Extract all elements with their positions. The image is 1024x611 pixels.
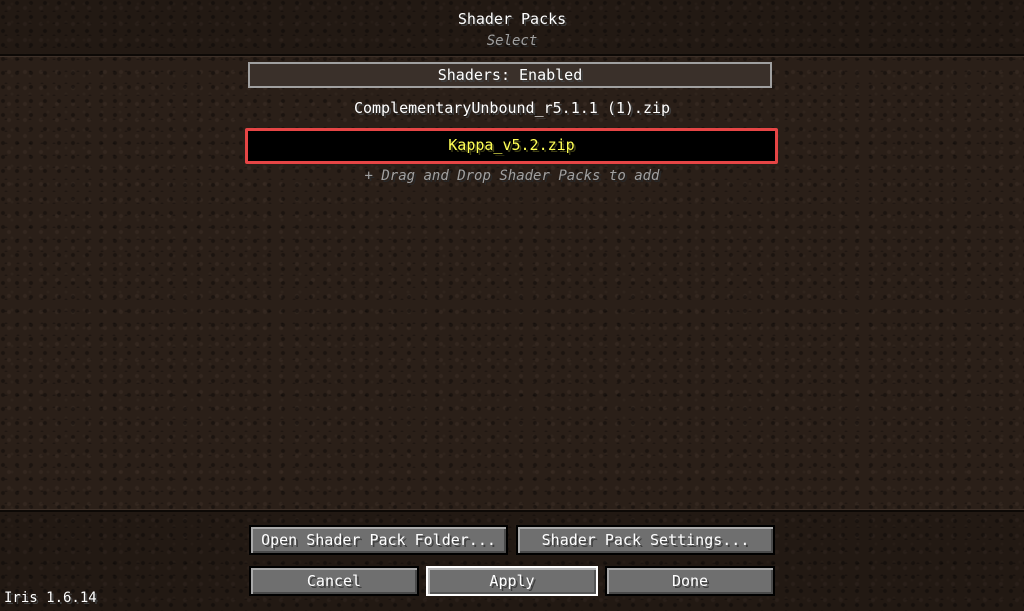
shader-pack-item-complementary[interactable]: ComplementaryUnbound_r5.1.1 (1).zip bbox=[248, 95, 776, 125]
open-shader-pack-folder-button[interactable]: Open Shader Pack Folder... bbox=[249, 525, 508, 555]
drag-drop-hint: + Drag and Drop Shader Packs to add bbox=[364, 168, 660, 184]
iris-version-label: Iris 1.6.14 bbox=[4, 590, 97, 606]
apply-button[interactable]: Apply bbox=[426, 566, 598, 596]
done-button[interactable]: Done bbox=[605, 566, 775, 596]
header-separator bbox=[0, 54, 1024, 57]
screen-title: Shader Packs bbox=[457, 10, 567, 28]
shader-pack-item-kappa-selected[interactable]: Kappa_v5.2.zip bbox=[245, 128, 778, 164]
footer-separator bbox=[0, 509, 1024, 512]
shaders-toggle-button[interactable]: Shaders: Enabled bbox=[248, 62, 772, 88]
footer-area bbox=[0, 511, 1024, 611]
screen-subtitle: Select bbox=[486, 33, 538, 49]
cancel-button[interactable]: Cancel bbox=[249, 566, 419, 596]
shader-pack-settings-button[interactable]: Shader Pack Settings... bbox=[516, 525, 775, 555]
